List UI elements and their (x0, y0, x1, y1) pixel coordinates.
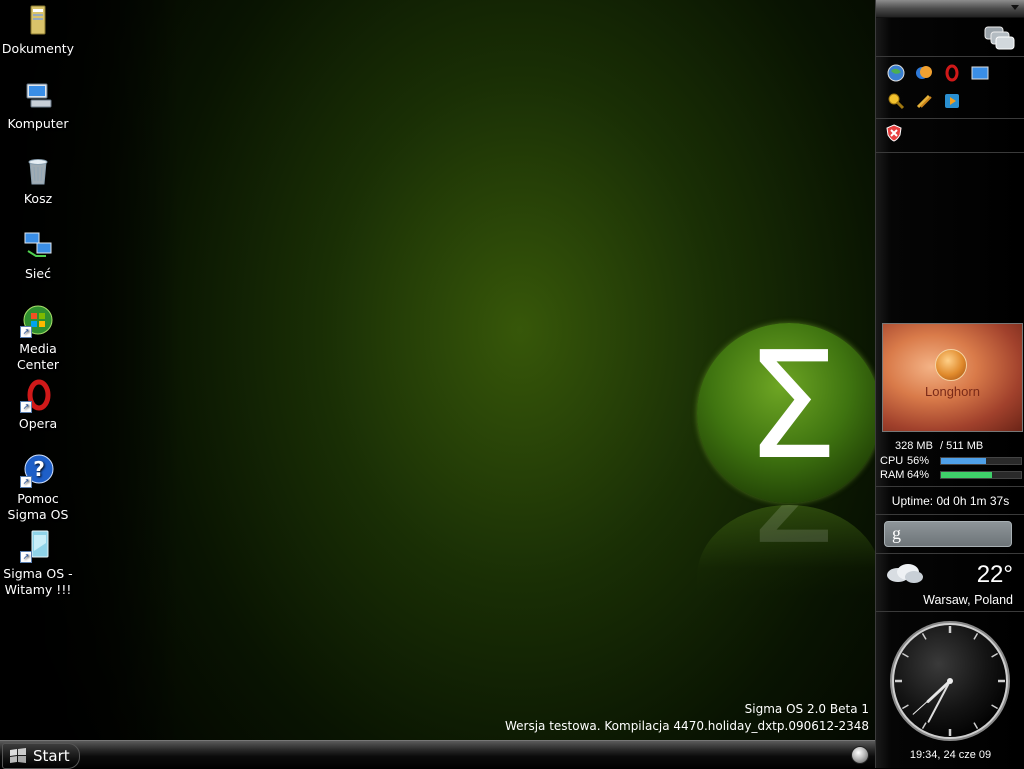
sidebar-separator (876, 56, 1024, 57)
opera-quick-icon[interactable] (943, 64, 961, 82)
sidebar-separator (876, 152, 1024, 153)
desktop-icon-documents[interactable]: Dokumenty (0, 4, 76, 57)
desktop-icon-welcome[interactable]: ↗ Sigma OS - Witamy !!! (0, 529, 76, 598)
globe-icon[interactable] (887, 64, 905, 82)
desktop-icon-media-center[interactable]: ↗ Media Center (0, 304, 76, 373)
memory-total: / 511 MB (940, 440, 984, 452)
start-button[interactable]: Start (2, 743, 80, 769)
help-icon: ? ↗ (20, 454, 54, 488)
security-shield-icon[interactable] (885, 124, 903, 142)
desktop-icon-help[interactable]: ? ↗ Pomoc Sigma OS (0, 454, 76, 523)
shortcut-arrow-icon: ↗ (20, 326, 32, 338)
desktop-monitor-icon[interactable] (971, 64, 989, 82)
sigma-logo: Σ (697, 323, 875, 503)
desktop-icon-recycle-bin[interactable]: Kosz (0, 154, 76, 207)
analog-clock[interactable] (888, 619, 1012, 743)
desktop-icon-computer[interactable]: Komputer (0, 79, 76, 132)
documents-folder-icon (22, 4, 54, 36)
sigma-logo-reflection: Σ (697, 505, 875, 595)
sidebar-header[interactable] (876, 0, 1024, 18)
computer-icon (22, 79, 54, 111)
desktop-icon-label: Media Center (16, 341, 60, 372)
sidebar-separator (876, 611, 1024, 612)
clock-date-text: 19:34, 24 cze 09 (909, 749, 992, 761)
desktop-icon-opera[interactable]: ↗ Opera (0, 379, 76, 432)
messenger-icon[interactable] (915, 64, 933, 82)
recycle-bin-icon (22, 154, 54, 186)
weather-location: Warsaw, Poland (923, 593, 1013, 607)
desktop-icon-label: Komputer (7, 116, 69, 131)
shortcut-arrow-icon: ↗ (20, 401, 32, 413)
sidebar-separator (876, 118, 1024, 119)
sidebar-separator (876, 514, 1024, 515)
taskbar: Start (0, 740, 875, 769)
start-label: Start (33, 747, 70, 765)
cpu-meter (940, 457, 1022, 465)
tray-orb-icon[interactable] (851, 746, 869, 764)
version-build: Wersja testowa. Kompilacja 4470.holiday_… (504, 719, 869, 733)
svg-text:?: ? (33, 457, 45, 481)
media-center-icon: ↗ (20, 304, 54, 338)
desktop-icon-label: Kosz (23, 191, 53, 206)
longhorn-emblem-icon (935, 349, 967, 381)
opera-icon: ↗ (20, 379, 54, 413)
cloud-weather-icon (887, 564, 923, 583)
uptime-text: Uptime: 0d 0h 1m 37s (891, 494, 1010, 508)
chat-bubbles-icon[interactable] (984, 26, 1016, 52)
slideshow-gadget[interactable]: Longhorn (882, 323, 1023, 432)
media-player-icon[interactable] (943, 92, 961, 110)
google-g-icon: g (892, 523, 901, 543)
slideshow-title: Longhorn (925, 384, 980, 399)
desktop-icon-network[interactable]: Sieć (0, 229, 76, 282)
cpu-label: CPU (880, 455, 904, 467)
network-icon (22, 229, 54, 261)
windows-flag-icon (10, 748, 26, 763)
search-key-icon[interactable] (887, 92, 905, 110)
desktop-icon-label: Sigma OS - Witamy !!! (3, 566, 73, 597)
ram-meter (940, 471, 1022, 479)
cpu-meter-fill (941, 458, 986, 464)
ram-meter-fill (941, 472, 993, 478)
desktop-icon-label: Opera (18, 416, 58, 431)
desktop[interactable]: Σ Σ Dokumenty Komputer Kosz Sieć ↗ Media (0, 0, 875, 740)
chevron-down-icon[interactable] (1011, 5, 1019, 10)
sidebar-separator (876, 553, 1024, 554)
sigma-symbol-reflection: Σ (697, 505, 875, 571)
shortcut-arrow-icon: ↗ (20, 476, 32, 488)
desktop-icon-label: Sieć (25, 266, 51, 281)
ram-label: RAM (880, 469, 905, 481)
desktop-icon-label: Pomoc Sigma OS (7, 491, 69, 522)
sidebar-separator (876, 486, 1024, 487)
weather-temperature: 22° (976, 561, 1013, 588)
desktop-icon-label: Dokumenty (1, 41, 75, 56)
ram-value: 64% (907, 469, 930, 481)
welcome-icon: ↗ (20, 529, 54, 563)
sigma-symbol: Σ (745, 323, 839, 492)
sidebar: Longhorn 328 MB / 511 MB CPU 56% RAM 64%… (875, 0, 1024, 768)
version-title: Sigma OS 2.0 Beta 1 (744, 702, 869, 716)
google-search-input[interactable]: g (884, 521, 1012, 547)
cpu-value: 56% (907, 455, 930, 467)
memory-used: 328 MB (895, 440, 933, 452)
tools-icon[interactable] (915, 92, 933, 110)
shortcut-arrow-icon: ↗ (20, 551, 32, 563)
